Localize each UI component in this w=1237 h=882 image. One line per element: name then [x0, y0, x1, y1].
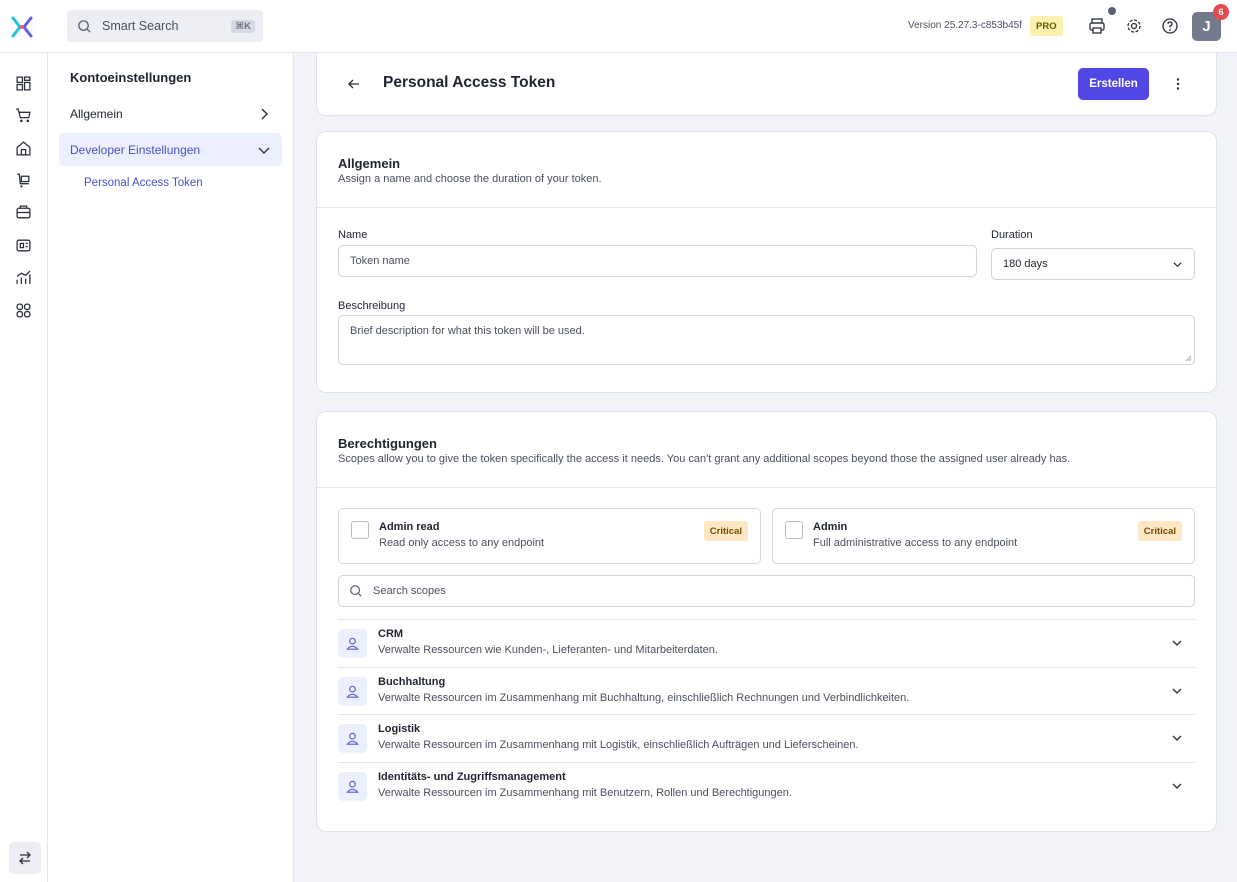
scope-name: Admin read	[379, 521, 440, 533]
notification-count-badge: 6	[1213, 4, 1229, 20]
version-label: Version 25.27.3-c853b45f	[908, 20, 1022, 31]
scope-group-description: Verwalte Ressourcen im Zusammenhang mit …	[378, 739, 859, 751]
switch-icon	[19, 851, 31, 865]
sidebar-item-allgemein[interactable]: Allgemein	[59, 97, 282, 130]
printer-status-dot	[1108, 7, 1116, 15]
scope-group-logistik[interactable]: Logistik Verwalte Ressourcen im Zusammen…	[338, 714, 1195, 762]
chevron-down-icon	[1173, 261, 1182, 267]
user-icon	[338, 629, 367, 658]
chevron-down-icon[interactable]	[1171, 637, 1183, 649]
smart-search[interactable]: Smart Search ⌘K	[67, 10, 263, 42]
admin-checkbox[interactable]	[785, 521, 803, 539]
scope-description: Full administrative access to any endpoi…	[813, 537, 1018, 549]
chevron-down-icon	[258, 147, 270, 154]
description-textarea[interactable]: Brief description for what this token wi…	[338, 315, 1195, 365]
section-title: Allgemein	[338, 156, 401, 171]
sidebar-item-label: Allgemein	[70, 106, 123, 121]
name-label: Name	[338, 229, 368, 241]
sidebar-item-label: Developer Einstellungen	[70, 142, 201, 157]
search-scopes-input[interactable]: Search scopes	[338, 575, 1195, 607]
token-name-placeholder: Token name	[350, 255, 410, 267]
search-icon	[350, 585, 362, 597]
media-icon[interactable]	[15, 237, 32, 254]
scope-card-admin[interactable]: Admin Full administrative access to any …	[772, 508, 1195, 564]
search-shortcut: ⌘K	[231, 19, 255, 33]
duration-label: Duration	[991, 229, 1033, 241]
scope-card-admin-read[interactable]: Admin read Read only access to any endpo…	[338, 508, 761, 564]
section-subtitle: Scopes allow you to give the token speci…	[338, 453, 1071, 465]
chevron-right-icon	[261, 108, 268, 119]
scope-group-description: Verwalte Ressourcen wie Kunden-, Liefera…	[378, 644, 718, 656]
permissions-section: Berechtigungen Scopes allow you to give …	[316, 411, 1217, 832]
chevron-down-icon[interactable]	[1171, 685, 1183, 697]
gear-icon[interactable]	[1125, 17, 1143, 35]
top-bar: Smart Search ⌘K Version 25.27.3-c853b45f…	[0, 0, 1237, 53]
scope-group-buchhaltung[interactable]: Buchhaltung Verwalte Ressourcen im Zusam…	[338, 667, 1195, 715]
navigation-rail	[0, 53, 48, 882]
dashboard-icon[interactable]	[15, 75, 32, 92]
scope-group-name: Identitäts- und Zugriffsmanagement	[378, 771, 566, 783]
page-header: Personal Access Token Erstellen	[316, 53, 1217, 116]
scope-group-name: CRM	[378, 628, 404, 640]
scope-description: Read only access to any endpoint	[379, 537, 545, 549]
scope-group-identitaets-und-zugriffsmanagement[interactable]: Identitäts- und Zugriffsmanagement Verwa…	[338, 762, 1195, 810]
general-section: Allgemein Assign a name and choose the d…	[316, 131, 1217, 393]
more-options-icon[interactable]	[1170, 76, 1186, 92]
search-scopes-placeholder: Search scopes	[373, 585, 446, 597]
chevron-down-icon[interactable]	[1171, 780, 1183, 792]
page-title: Personal Access Token	[383, 74, 556, 91]
scope-group-name: Logistik	[378, 723, 421, 735]
sidebar-item-developer-einstellungen[interactable]: Developer Einstellungen	[59, 133, 282, 166]
sidebar-item-personal-access-token[interactable]: Personal Access Token	[84, 177, 203, 189]
search-icon	[78, 19, 91, 33]
section-subtitle: Assign a name and choose the duration of…	[338, 173, 602, 185]
plan-badge: PRO	[1030, 16, 1063, 36]
resize-handle-icon[interactable]	[1185, 355, 1192, 362]
inventory-icon[interactable]	[15, 204, 32, 221]
printer-icon[interactable]	[1088, 17, 1106, 35]
sidebar-title: Kontoeinstellungen	[70, 70, 192, 85]
back-arrow-icon[interactable]	[347, 77, 361, 91]
shopping-cart-icon[interactable]	[15, 172, 32, 189]
chevron-down-icon[interactable]	[1171, 732, 1183, 744]
scope-name: Admin	[813, 521, 848, 533]
app-logo-icon[interactable]	[10, 15, 34, 39]
description-label: Beschreibung	[338, 300, 406, 312]
user-icon	[338, 772, 367, 801]
analytics-icon[interactable]	[15, 269, 32, 286]
admin-read-checkbox[interactable]	[351, 521, 369, 539]
create-button[interactable]: Erstellen	[1078, 68, 1149, 100]
search-label: Smart Search	[102, 19, 179, 33]
scope-group-crm[interactable]: CRM Verwalte Ressourcen wie Kunden-, Lie…	[338, 619, 1195, 667]
divider	[317, 487, 1216, 488]
duration-value: 180 days	[1003, 258, 1048, 270]
cart-icon[interactable]	[15, 107, 32, 124]
section-title: Berechtigungen	[338, 436, 437, 451]
critical-badge: Critical	[1137, 521, 1182, 541]
scope-group-name: Buchhaltung	[378, 676, 446, 688]
user-icon	[338, 724, 367, 753]
divider	[317, 207, 1216, 208]
duration-select[interactable]: 180 days	[991, 248, 1195, 280]
apps-icon[interactable]	[15, 302, 32, 319]
store-icon[interactable]	[15, 140, 32, 157]
token-name-input[interactable]: Token name	[338, 245, 977, 277]
description-placeholder: Brief description for what this token wi…	[350, 325, 585, 337]
help-icon[interactable]	[1161, 17, 1179, 35]
switch-button[interactable]	[9, 842, 41, 874]
scope-group-description: Verwalte Ressourcen im Zusammenhang mit …	[378, 692, 910, 704]
critical-badge: Critical	[703, 521, 748, 541]
user-icon	[338, 677, 367, 706]
settings-sidebar: Kontoeinstellungen Allgemein Developer E…	[48, 53, 294, 882]
scope-group-description: Verwalte Ressourcen im Zusammenhang mit …	[378, 787, 792, 799]
